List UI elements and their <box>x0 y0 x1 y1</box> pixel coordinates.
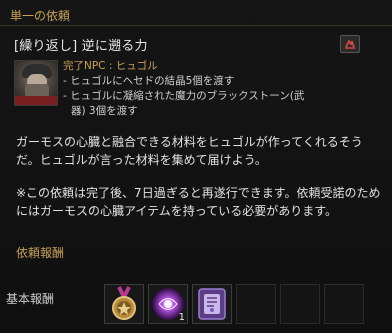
reward-slot[interactable] <box>192 284 232 324</box>
header-title: 単一の依頼 <box>10 9 71 23</box>
quest-track-button[interactable] <box>340 35 360 53</box>
npc-portrait <box>14 60 58 106</box>
reward-slot-empty <box>324 284 364 324</box>
reward-count: 1 <box>178 312 185 323</box>
header-divider <box>0 25 392 26</box>
npc-info: 完了NPC : ヒュゴル - ヒュゴルにヘセドの結晶5個を渡す - ヒュゴルに凝… <box>63 59 304 119</box>
reward-slots: 1 <box>104 284 364 324</box>
objective-line: - ヒュゴルにヘセドの結晶5個を渡す <box>63 75 235 87</box>
objective-line: - ヒュゴルに凝縮された魔力のブラックストーン(武 <box>63 90 305 102</box>
quest-note: ※この依頼は完了後、7日過ぎると再遂行できます。依頼受諾のためにはガーモスの心臓… <box>16 186 381 218</box>
reward-slot[interactable]: 1 <box>148 284 188 324</box>
reward-slot-empty <box>280 284 320 324</box>
objective-line: 器) 3個を渡す <box>71 105 138 117</box>
reward-heading: 依頼報酬 <box>16 246 65 260</box>
quest-description: ガーモスの心臓と融合できる材料をヒュゴルが作ってくれるそうだ。ヒュゴルが言った材… <box>16 135 363 167</box>
quest-title: [繰り返し] 逆に遡る力 <box>14 39 148 54</box>
quest-tooltip-panel: 単一の依頼 [繰り返し] 逆に遡る力 完了NPC : ヒュゴル - ヒュゴルにヘ… <box>0 0 392 333</box>
complete-npc-label: 完了NPC : ヒュゴル <box>63 60 158 72</box>
reward-slot[interactable] <box>104 284 144 324</box>
reward-slot-empty <box>236 284 276 324</box>
quest-track-icon <box>344 35 356 54</box>
base-reward-label: 基本報酬 <box>6 292 55 306</box>
